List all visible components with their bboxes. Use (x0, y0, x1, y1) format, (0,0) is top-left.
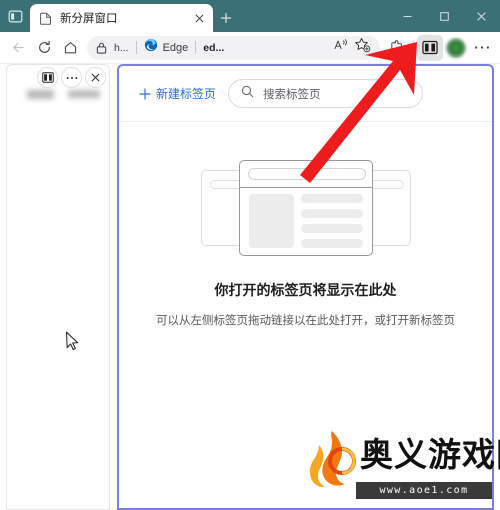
refresh-icon[interactable] (31, 35, 57, 61)
watermark-brand: 奥义游戏网 (360, 435, 500, 474)
split-screen-icon[interactable] (417, 34, 443, 61)
edge-chip[interactable]: Edge (144, 38, 189, 57)
illustration-divider (239, 187, 372, 189)
browser-tab[interactable]: 新分屏窗口 (30, 4, 213, 32)
tab-title: 新分屏窗口 (60, 13, 118, 25)
new-tab-link-label: 新建标签页 (156, 87, 217, 101)
illustration-text-line (300, 224, 363, 233)
maximize-button[interactable] (426, 0, 463, 32)
illustration-text-line (300, 209, 363, 218)
illustration-main-urlbar (247, 168, 366, 180)
address-bar-url: h... (114, 41, 129, 54)
search-tabs-input[interactable]: 搜索标签页 (228, 79, 424, 108)
page-icon (39, 11, 53, 25)
redacted-text-block (27, 90, 54, 99)
new-tab-button[interactable] (213, 4, 239, 32)
right-pane-header: 新建标签页 搜索标签页 (119, 66, 492, 122)
profile-avatar[interactable] (443, 35, 469, 61)
search-tabs-placeholder: 搜索标签页 (263, 88, 321, 101)
illustration-text-line (300, 239, 363, 248)
empty-state-subtitle: 可以从左侧标签页拖动链接以在此处打开，或打开新标签页 (156, 315, 455, 327)
minimize-button[interactable] (389, 0, 426, 32)
add-favorite-star-icon[interactable] (354, 37, 371, 58)
more-settings-ellipsis-icon[interactable] (469, 35, 495, 61)
avatar (446, 37, 466, 58)
browser-window: 新分屏窗口 h... Edge ed... 新建标签页 搜索标签页 你打开的标签… (0, 0, 500, 510)
close-icon[interactable] (85, 67, 106, 88)
read-aloud-icon[interactable] (334, 38, 350, 57)
watermark-url: www.aoe1.com (356, 482, 492, 499)
back-arrow-icon[interactable] (5, 35, 31, 61)
omnibox-actions (334, 37, 371, 58)
split-screen-icon[interactable] (37, 67, 58, 88)
window-controls (389, 0, 500, 32)
browser-toolbar: h... Edge ed... (0, 32, 500, 64)
illustration-card-main (238, 160, 373, 256)
empty-state: 你打开的标签页将显示在此处 可以从左侧标签页拖动链接以在此处打开，或打开新标签页 (119, 122, 492, 328)
site-watermark: 奥义游戏网 www.aoe1.com (308, 428, 500, 504)
new-tab-link[interactable]: 新建标签页 (139, 85, 216, 102)
left-pane[interactable] (6, 64, 110, 510)
flame-logo-icon (309, 431, 356, 488)
close-icon[interactable] (191, 10, 207, 26)
mouse-cursor (65, 331, 79, 351)
lock-icon (96, 42, 107, 54)
address-bar[interactable]: h... Edge ed... (87, 35, 380, 60)
tabstrip-drag-area (239, 0, 389, 32)
omnibox-divider-2 (195, 41, 197, 54)
toolbar-divider (413, 39, 414, 56)
empty-state-illustration (200, 160, 411, 256)
illustration-image-block (248, 194, 294, 248)
tab-actions-sidebar-icon[interactable] (0, 0, 30, 32)
left-pane-toolbar (37, 67, 106, 88)
omnibox-divider (135, 41, 137, 54)
close-button[interactable] (463, 0, 500, 32)
plus-icon (139, 87, 151, 100)
extensions-puzzle-icon[interactable] (384, 35, 410, 61)
illustration-text-line (300, 194, 363, 203)
home-icon[interactable] (57, 35, 83, 61)
empty-state-title: 你打开的标签页将显示在此处 (214, 282, 397, 298)
left-pane-more-icon[interactable] (61, 67, 82, 88)
omnibox-trailing-text: ed... (203, 41, 225, 54)
edge-chip-label: Edge (162, 41, 189, 54)
search-icon (241, 85, 254, 103)
redacted-text-block (68, 90, 100, 98)
title-bar: 新分屏窗口 (0, 0, 500, 32)
edge-logo-icon (144, 38, 158, 57)
